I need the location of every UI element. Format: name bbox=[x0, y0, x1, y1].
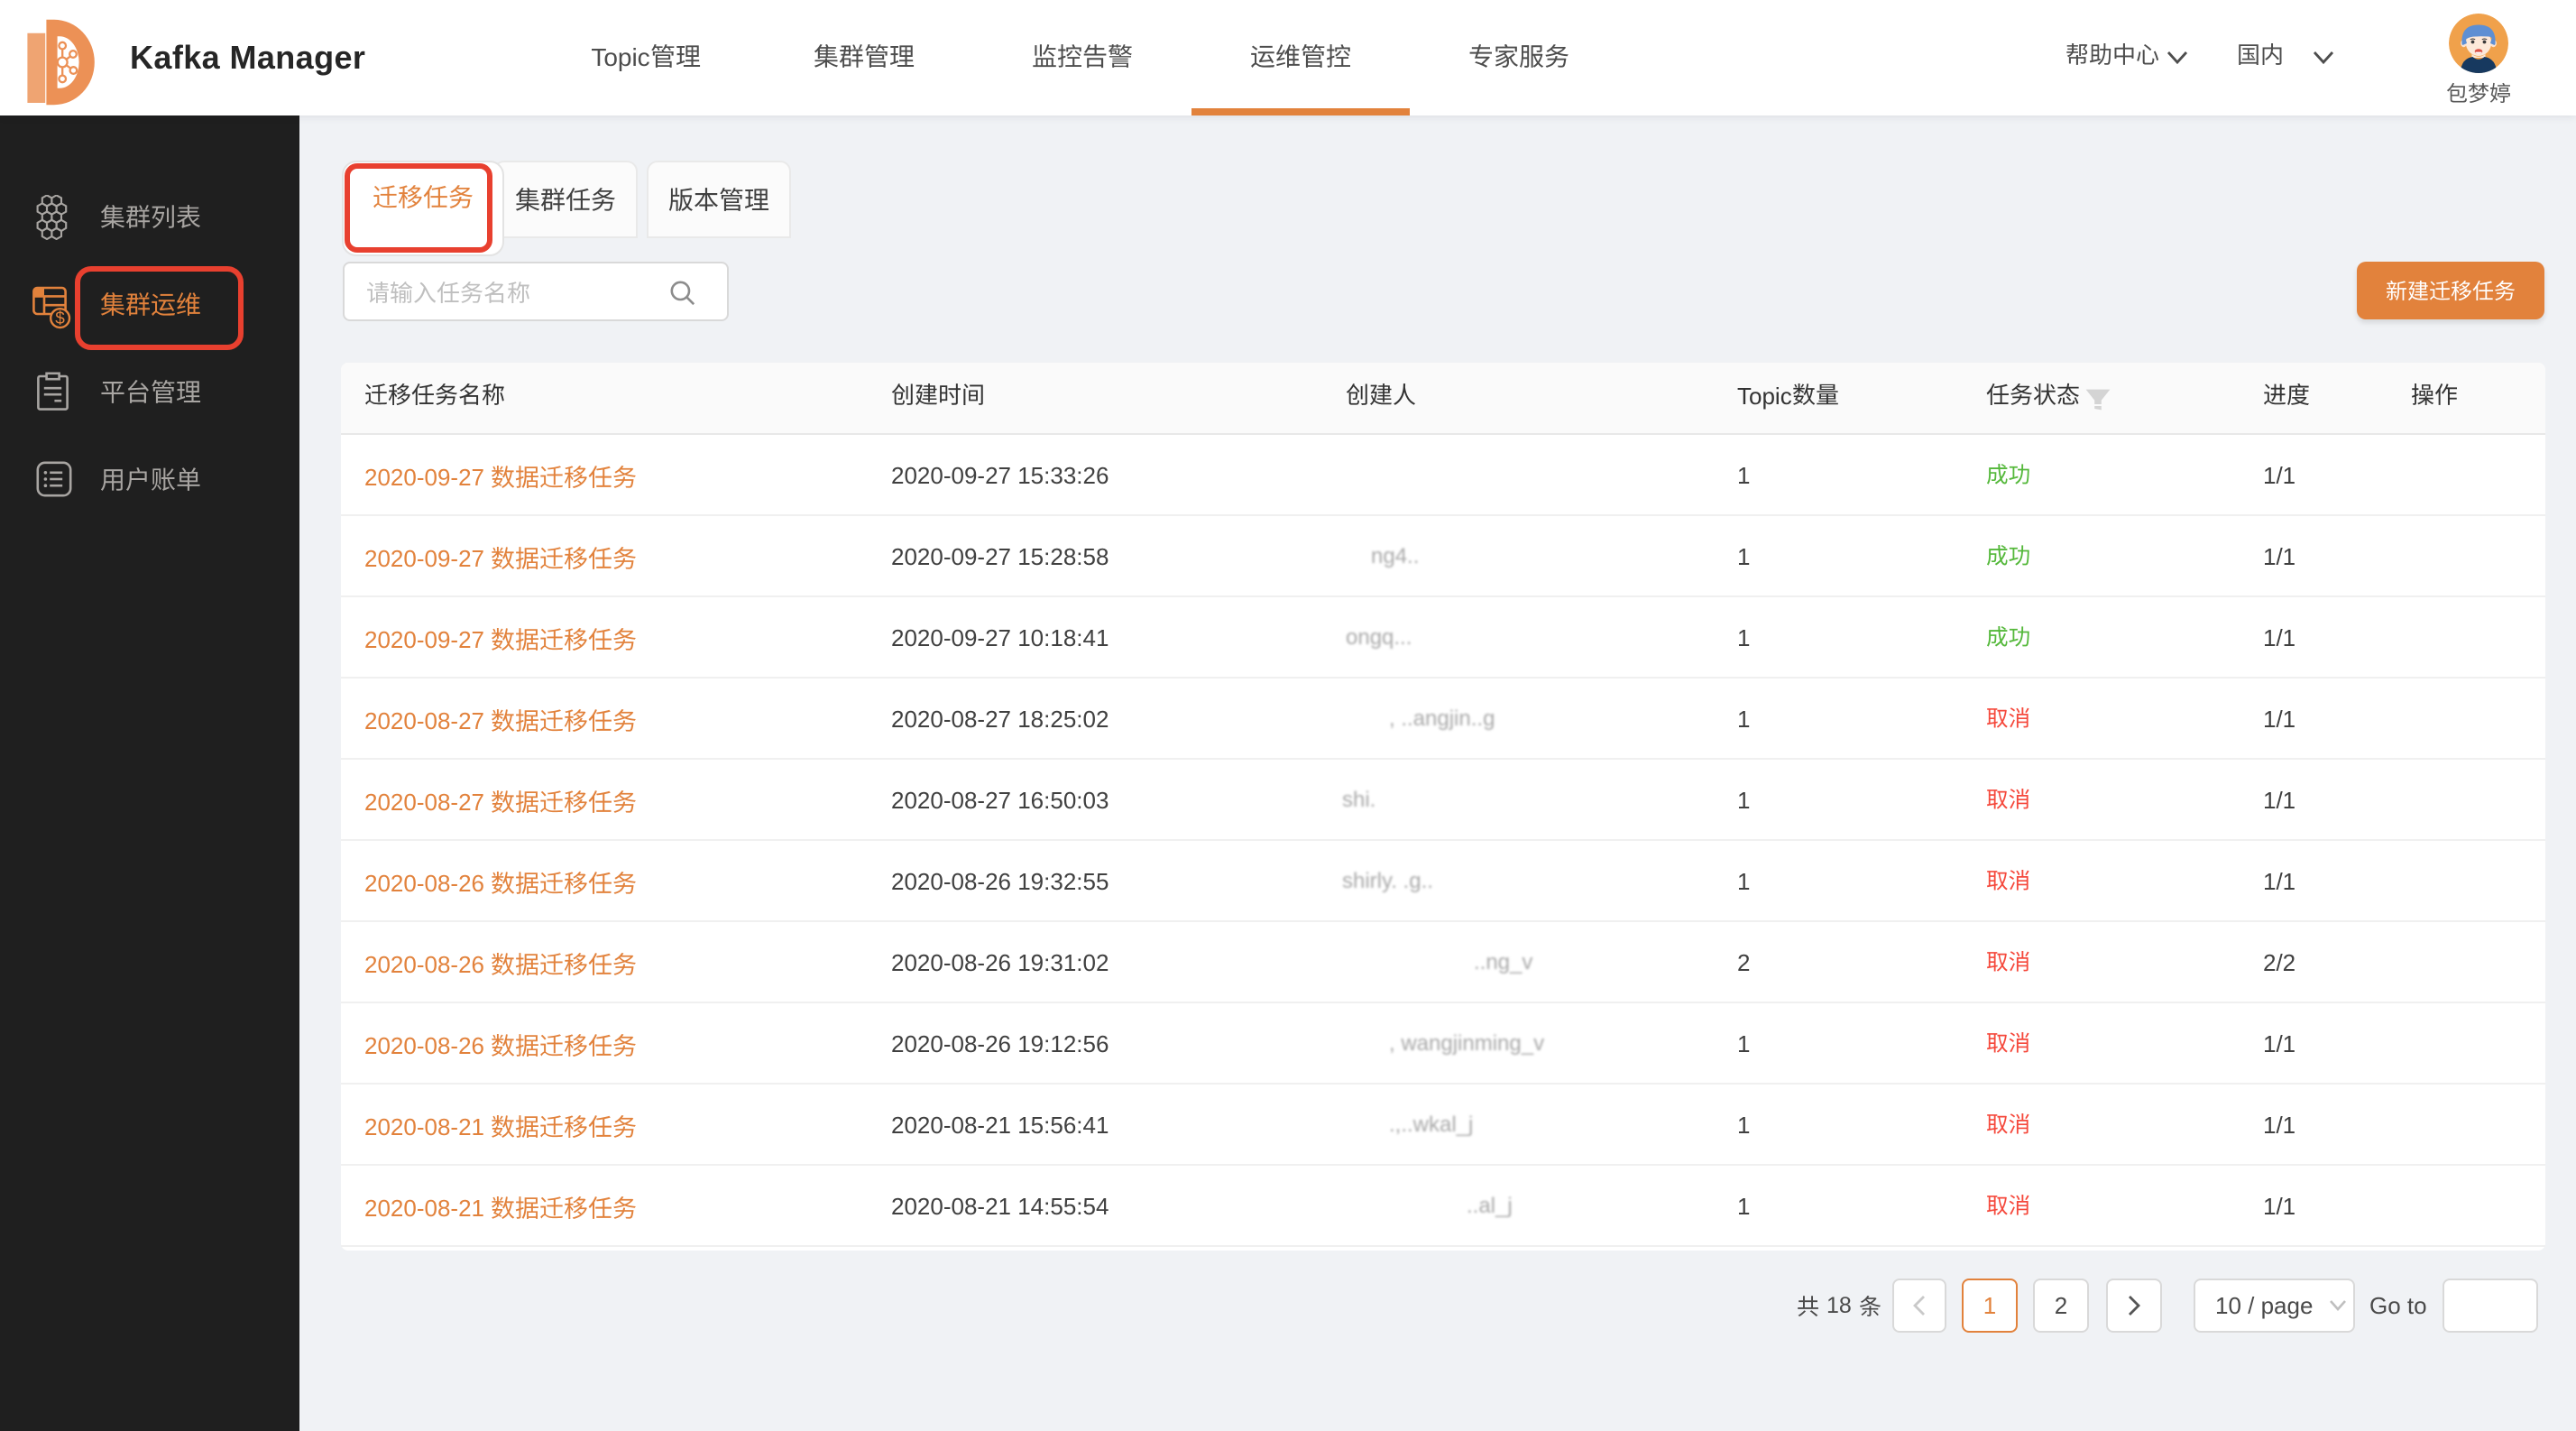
svg-text:$: $ bbox=[55, 309, 65, 328]
